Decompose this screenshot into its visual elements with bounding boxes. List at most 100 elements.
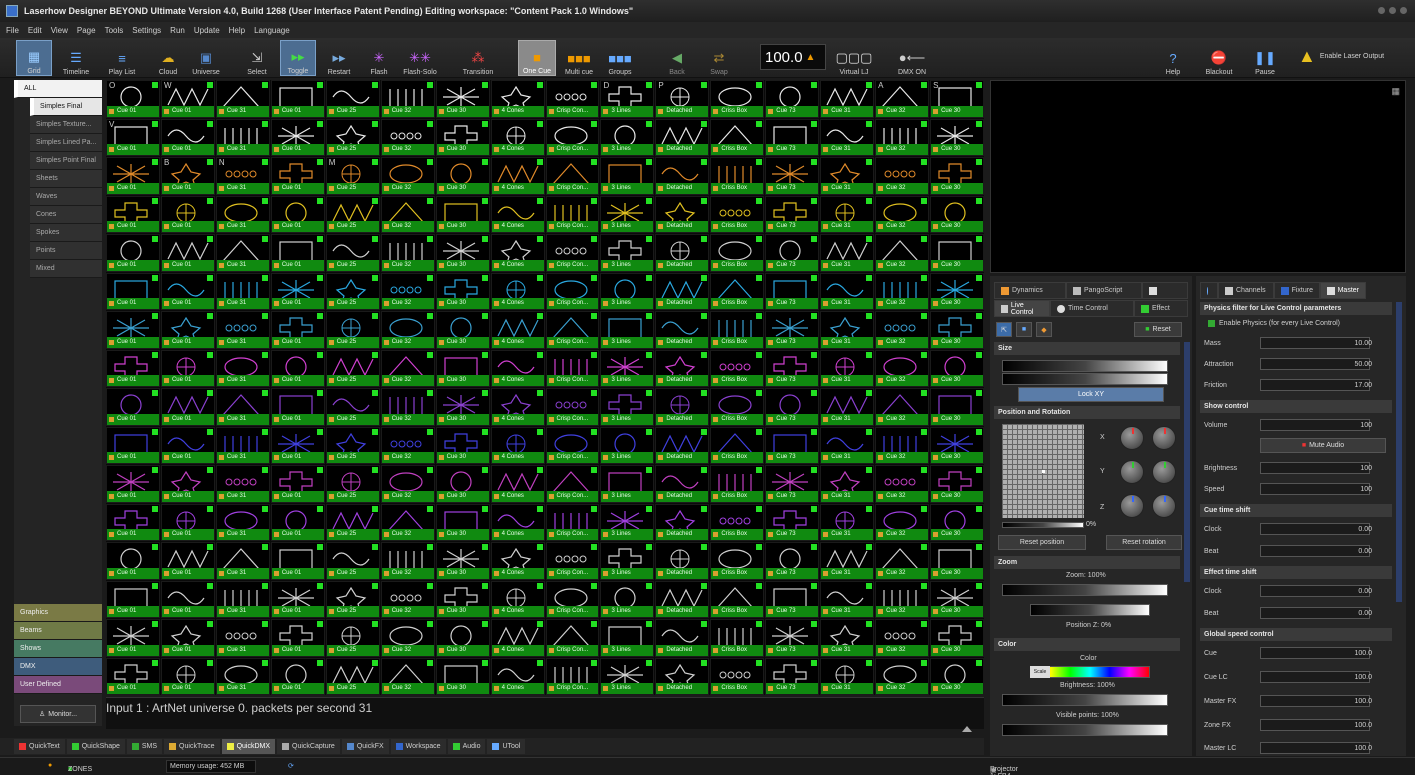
cue-cell[interactable]: Cue 01 bbox=[270, 311, 325, 349]
rotation-x-knob[interactable] bbox=[1120, 426, 1144, 450]
cue-cell[interactable]: 4 Cones bbox=[490, 580, 545, 618]
cue-cell[interactable]: Cue 31 bbox=[820, 157, 875, 195]
cue-cell[interactable]: Cue 01 bbox=[270, 503, 325, 541]
cue-cell[interactable]: Detached bbox=[655, 349, 710, 387]
cue-cell[interactable]: Cue 31 bbox=[215, 388, 270, 426]
cue-cell[interactable]: Cue 32 bbox=[380, 388, 435, 426]
size-y-slider[interactable] bbox=[1002, 373, 1168, 385]
cue-cell[interactable]: 4 Cones bbox=[490, 542, 545, 580]
cue-cell[interactable]: Cue 25 bbox=[325, 657, 380, 695]
cue-cell[interactable]: Cue 31 bbox=[215, 195, 270, 233]
cue-cell[interactable]: Cue 25 bbox=[325, 465, 380, 503]
cue-cell[interactable]: Cue 25 bbox=[325, 195, 380, 233]
tab-workspace[interactable]: Workspace bbox=[390, 739, 446, 754]
cue-cell[interactable]: Cue 25 bbox=[325, 619, 380, 657]
category-dmx[interactable]: DMX bbox=[14, 658, 102, 676]
menu-help[interactable]: Help bbox=[229, 26, 245, 35]
cue-cell[interactable]: Cue 31 bbox=[215, 580, 270, 618]
color-section-header[interactable]: Color bbox=[994, 638, 1180, 651]
cue-cell[interactable]: Cue 73 bbox=[765, 426, 820, 464]
cue-cell[interactable]: 4 Cones bbox=[490, 311, 545, 349]
preview-options-icon[interactable]: ▦ bbox=[1391, 86, 1400, 97]
category-simples-texture[interactable]: Simples Texture... bbox=[30, 116, 102, 134]
cue-cell[interactable]: Cue 32 bbox=[380, 657, 435, 695]
cue-cell[interactable]: W Cue 01 bbox=[160, 80, 215, 118]
live-panel-scrollbar[interactable] bbox=[1184, 342, 1190, 582]
show-control-header[interactable]: Show control bbox=[1200, 400, 1392, 413]
cue-cell[interactable]: Cue 01 bbox=[160, 195, 215, 233]
tab-globe[interactable] bbox=[1200, 282, 1218, 299]
dmx-on-button[interactable]: ●⟵ DMX ON bbox=[894, 40, 930, 76]
cue-cell[interactable]: Cue 32 bbox=[875, 388, 930, 426]
volume-value[interactable]: 100 bbox=[1336, 422, 1372, 429]
master-lc-value[interactable]: 100.0 bbox=[1336, 745, 1372, 752]
cue-cell[interactable]: Cue 32 bbox=[380, 272, 435, 310]
cue-cell[interactable]: Cue 32 bbox=[875, 272, 930, 310]
cue-cell[interactable]: Criss Box bbox=[710, 118, 765, 156]
cue-cell[interactable]: Cue 73 bbox=[765, 118, 820, 156]
category-spokes[interactable]: Spokes bbox=[30, 224, 102, 242]
flash-solo-button[interactable]: ✳✳ Flash-Solo bbox=[400, 40, 440, 76]
cue-cell[interactable]: Cue 32 bbox=[380, 465, 435, 503]
cue-cell[interactable]: Cue 31 bbox=[820, 234, 875, 272]
tab-channels[interactable]: Channels bbox=[1218, 282, 1274, 299]
close-icon[interactable] bbox=[1400, 7, 1407, 14]
cue-cell[interactable]: Criss Box bbox=[710, 657, 765, 695]
cue-cell[interactable]: Detached bbox=[655, 542, 710, 580]
cue-cell[interactable]: Cue 73 bbox=[765, 580, 820, 618]
multi-cue-button[interactable]: ■■■ Multi cue bbox=[560, 40, 598, 77]
cue-cell[interactable]: Crisp Con... bbox=[545, 80, 600, 118]
global-speed-header[interactable]: Global speed control bbox=[1200, 628, 1392, 641]
cue-cell[interactable]: Cue 73 bbox=[765, 657, 820, 695]
cue-cell[interactable]: Cue 31 bbox=[215, 426, 270, 464]
cue-cell[interactable]: Cue 30 bbox=[930, 195, 984, 233]
effect-time-shift-header[interactable]: Effect time shift bbox=[1200, 566, 1392, 579]
swap-button[interactable]: ⇄ Swap bbox=[704, 40, 734, 76]
brightness-slider[interactable] bbox=[1002, 694, 1168, 706]
cue-cell[interactable]: Cue 32 bbox=[380, 619, 435, 657]
cue-cell[interactable]: Cue 01 bbox=[106, 349, 160, 387]
cue-cell[interactable]: 4 Cones bbox=[490, 118, 545, 156]
cue-cell[interactable]: Cue 32 bbox=[380, 426, 435, 464]
rotation-z-knob[interactable] bbox=[1120, 494, 1144, 518]
cue-cell[interactable]: Cue 01 bbox=[270, 118, 325, 156]
cue-cell[interactable]: Cue 32 bbox=[380, 234, 435, 272]
cue-cell[interactable]: Cue 01 bbox=[106, 234, 160, 272]
cue-cell[interactable]: Cue 25 bbox=[325, 503, 380, 541]
position-section-header[interactable]: Position and Rotation bbox=[994, 406, 1180, 419]
tab-page[interactable] bbox=[1142, 282, 1188, 299]
cue-cell[interactable]: Cue 32 bbox=[380, 311, 435, 349]
cue-cell[interactable]: Cue 01 bbox=[106, 311, 160, 349]
cue-cell[interactable]: Cue 73 bbox=[765, 619, 820, 657]
tab-sms[interactable]: SMS bbox=[126, 739, 163, 754]
cue-cell[interactable]: 3 Lines bbox=[600, 118, 655, 156]
cue-cell[interactable]: Cue 31 bbox=[215, 234, 270, 272]
cue-cell[interactable]: Cue 30 bbox=[930, 234, 984, 272]
color-mode-button[interactable]: Scale bbox=[1030, 666, 1050, 678]
cue-time-shift-header[interactable]: Cue time shift bbox=[1200, 504, 1392, 517]
cue-cell[interactable]: Cue 32 bbox=[875, 542, 930, 580]
restart-button[interactable]: ▸▸ Restart bbox=[322, 40, 356, 76]
cue-cell[interactable]: Cue 01 bbox=[160, 426, 215, 464]
mass-value[interactable]: 10.00 bbox=[1336, 340, 1372, 347]
cue-cell[interactable]: Cue 01 bbox=[106, 157, 160, 195]
cue-cell[interactable]: Crisp Con... bbox=[545, 118, 600, 156]
cue-cell[interactable]: Cue 30 bbox=[930, 465, 984, 503]
cue-cell[interactable]: Cue 30 bbox=[435, 80, 490, 118]
cue-cell[interactable]: Cue 31 bbox=[820, 349, 875, 387]
minimize-icon[interactable] bbox=[1378, 7, 1385, 14]
cue-cell[interactable]: A Cue 32 bbox=[875, 80, 930, 118]
cue-cell[interactable]: Crisp Con... bbox=[545, 311, 600, 349]
cue-cell[interactable]: Cue 31 bbox=[215, 542, 270, 580]
mute-audio-button[interactable]: ■ Mute Audio bbox=[1260, 438, 1386, 453]
position-z-knob[interactable] bbox=[1152, 494, 1176, 518]
master-fx-value[interactable]: 100.0 bbox=[1336, 698, 1372, 705]
cue-cell[interactable]: Criss Box bbox=[710, 426, 765, 464]
cue-cell[interactable]: Cue 01 bbox=[160, 272, 215, 310]
cue-cell[interactable]: Detached bbox=[655, 619, 710, 657]
cue-cell[interactable]: Cue 30 bbox=[930, 157, 984, 195]
menu-tools[interactable]: Tools bbox=[105, 26, 124, 35]
cue-cell[interactable]: Cue 32 bbox=[875, 349, 930, 387]
cue-cell[interactable]: Crisp Con... bbox=[545, 234, 600, 272]
blackout-button[interactable]: ⛔ Blackout bbox=[1202, 40, 1236, 76]
